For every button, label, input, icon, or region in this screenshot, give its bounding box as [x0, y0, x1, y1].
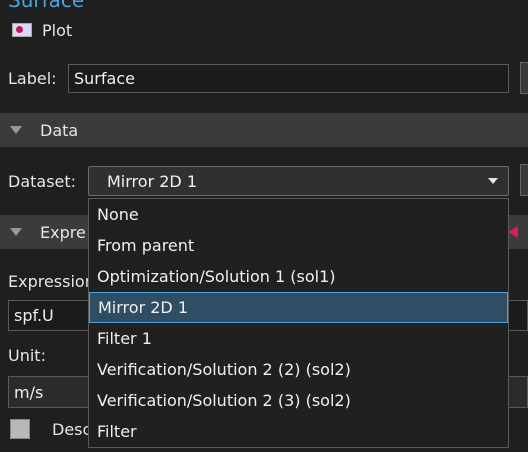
dataset-select[interactable]: Mirror 2D 1 — [88, 166, 509, 196]
data-section-header[interactable]: Data — [0, 113, 528, 147]
node-title: Surface — [8, 0, 85, 12]
dropdown-option[interactable]: Optimization/Solution 1 (sol1) — [89, 261, 508, 292]
collapse-triangle-icon — [10, 126, 22, 134]
dataset-side-button[interactable] — [520, 164, 528, 196]
data-section-title: Data — [40, 120, 79, 140]
dropdown-option-selected[interactable]: Mirror 2D 1 — [89, 292, 508, 323]
dropdown-option[interactable]: From parent — [89, 230, 508, 261]
dropdown-option[interactable]: Verification/Solution 2 (2) (sol2) — [89, 354, 508, 385]
dataset-selected-value: Mirror 2D 1 — [107, 171, 197, 191]
expression-section-title: Expre — [40, 222, 86, 242]
replace-expression-icon[interactable] — [508, 226, 518, 238]
dropdown-option[interactable]: Filter — [89, 416, 508, 447]
description-checkbox[interactable] — [10, 419, 30, 439]
plot-icon — [12, 23, 32, 37]
expression-label: Expression — [8, 272, 95, 291]
description-label: Desc — [52, 420, 92, 439]
unit-label: Unit: — [8, 346, 46, 365]
dropdown-option[interactable]: None — [89, 199, 508, 230]
dropdown-option[interactable]: Filter 1 — [89, 323, 508, 354]
label-input[interactable]: Surface — [68, 64, 509, 93]
dataset-label: Dataset: — [8, 172, 77, 191]
label-field-label: Label: — [8, 69, 57, 88]
dropdown-caret-icon — [488, 178, 498, 184]
dropdown-option[interactable]: Verification/Solution 2 (3) (sol2) — [89, 385, 508, 416]
collapse-triangle-icon — [10, 228, 22, 236]
plot-button[interactable]: Plot — [12, 18, 72, 42]
label-side-button[interactable] — [520, 62, 528, 94]
dataset-dropdown-list[interactable]: None From parent Optimization/Solution 1… — [88, 198, 509, 448]
plot-label: Plot — [42, 20, 73, 40]
